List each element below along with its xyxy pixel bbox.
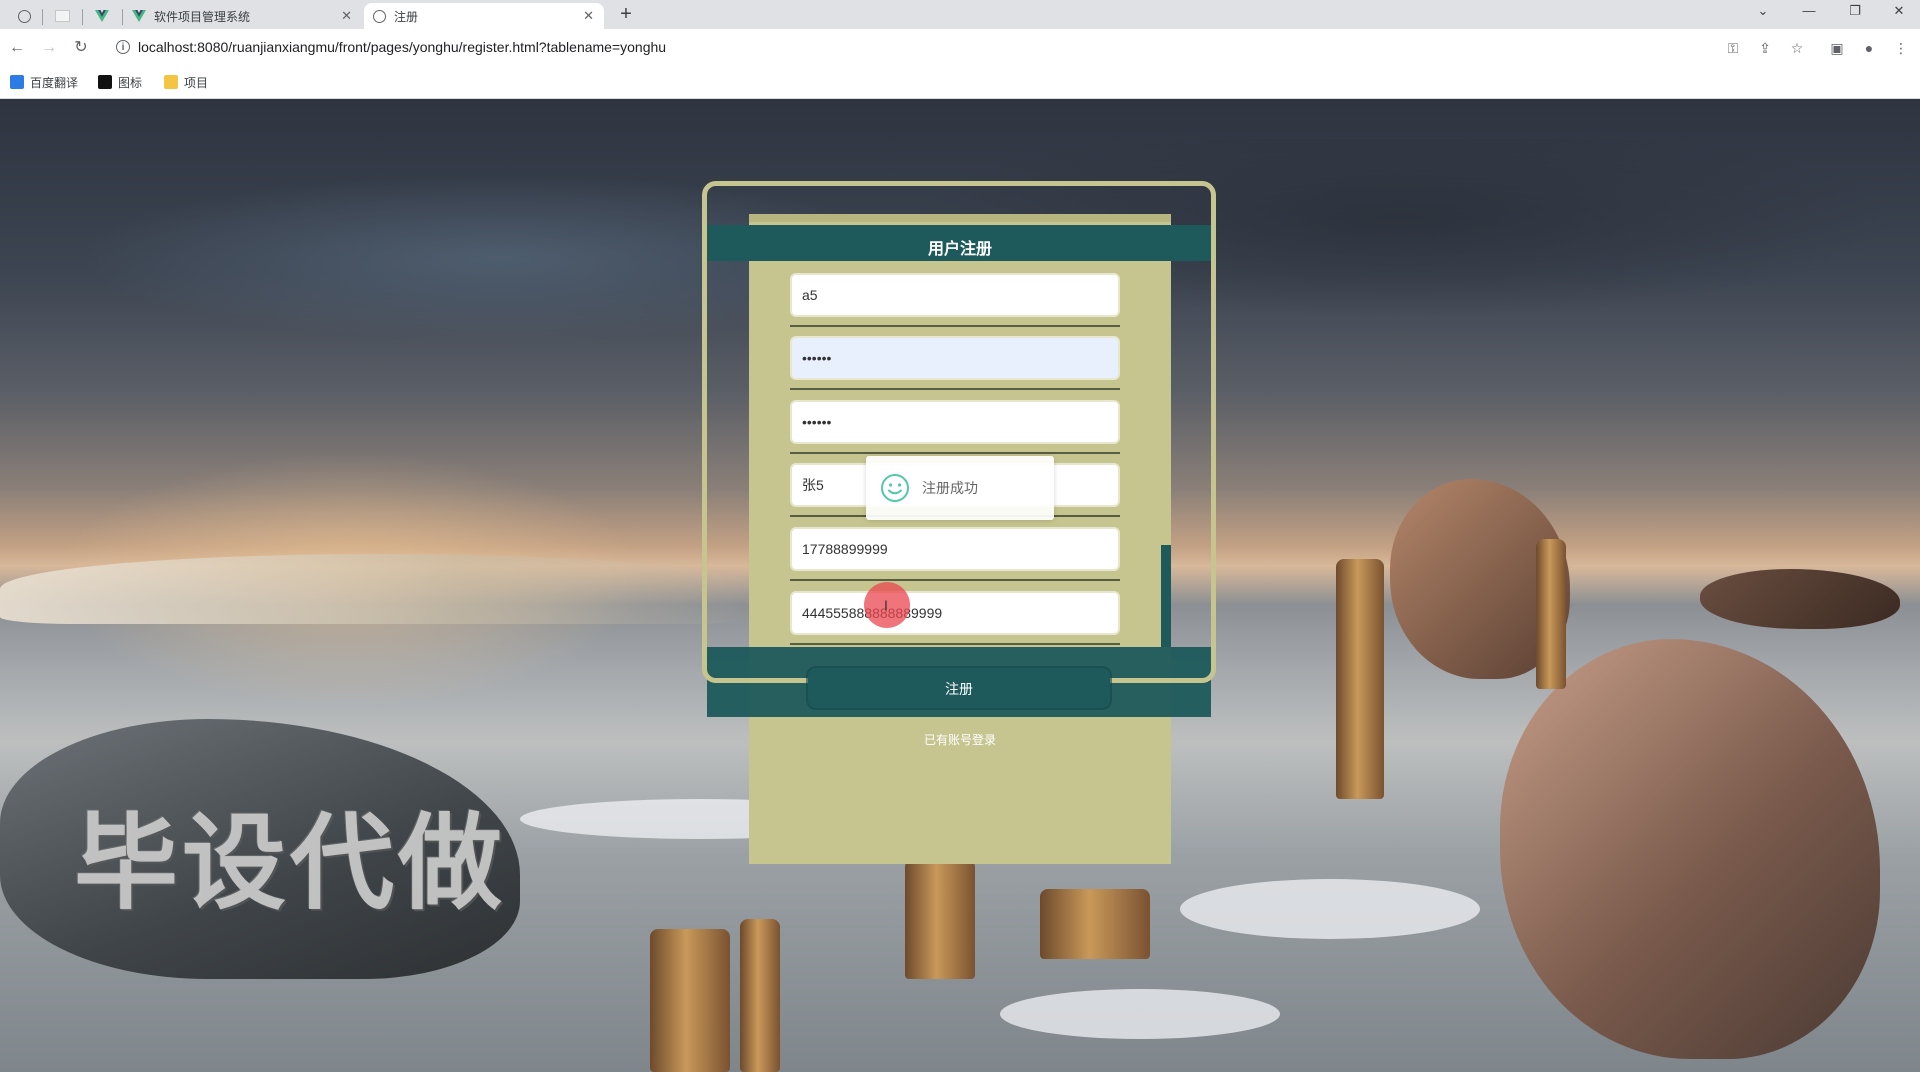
bookmark-label: 项目 <box>184 75 209 90</box>
bookmark-item[interactable]: 百度翻译 <box>10 74 78 90</box>
address-bar[interactable]: i localhost:8080/ruanjianxiangmu/front/p… <box>106 33 1796 61</box>
tab-search-chevron-icon[interactable]: ⌄ <box>1740 0 1786 29</box>
tab-title: 软件项目管理系统 <box>154 9 251 24</box>
browser-toolbar: ← → ↻ i localhost:8080/ruanjianxiangmu/f… <box>0 29 1920 66</box>
background-stump <box>1040 889 1150 959</box>
back-arrow-icon[interactable]: ← <box>6 37 28 59</box>
username-input[interactable] <box>790 273 1120 317</box>
field-divider <box>790 452 1120 454</box>
reload-icon[interactable]: ↻ <box>70 37 92 59</box>
background-stump <box>650 929 730 1072</box>
image-icon <box>98 75 112 89</box>
url-text: localhost:8080/ruanjianxiangmu/front/pag… <box>138 39 667 55</box>
bookmark-item[interactable]: 图标 <box>98 74 142 90</box>
background-stump <box>905 859 975 979</box>
field-divider <box>790 643 1120 645</box>
share-icon[interactable]: ⇪ <box>1756 39 1774 57</box>
background-rock <box>1700 569 1900 629</box>
confirm-password-input[interactable] <box>790 400 1120 444</box>
background-stump <box>1536 539 1566 689</box>
bookmark-item[interactable]: 项目 <box>164 74 208 90</box>
blank-page-icon <box>54 10 70 22</box>
new-tab-button[interactable]: + <box>614 3 638 27</box>
tab-close-icon[interactable]: ✕ <box>583 8 594 24</box>
text-cursor-icon: I <box>884 597 888 613</box>
register-button[interactable]: 注册 <box>808 668 1110 708</box>
minimize-button[interactable]: — <box>1786 0 1832 29</box>
globe-icon <box>372 9 386 23</box>
bookmark-label: 百度翻译 <box>30 75 79 90</box>
field-divider <box>790 579 1120 581</box>
watermark-text: 毕设代做 <box>74 802 507 924</box>
smile-icon <box>881 474 909 502</box>
globe-icon <box>17 9 31 23</box>
folder-icon <box>164 75 178 89</box>
browser-tab-strip: 软件项目管理系统 ✕ 注册 ✕ + ⌄ — ❐ ✕ <box>0 0 1920 29</box>
vue-icon <box>132 10 146 22</box>
tab-title: 注册 <box>394 9 419 24</box>
close-window-button[interactable]: ✕ <box>1876 0 1920 29</box>
tab-software-project[interactable]: 软件项目管理系统 ✕ <box>124 3 362 29</box>
restore-button[interactable]: ❐ <box>1832 0 1878 29</box>
bookmark-label: 图标 <box>118 75 143 90</box>
form-title: 用户注册 <box>927 241 992 258</box>
password-input[interactable] <box>790 336 1120 380</box>
profile-avatar-icon[interactable]: ● <box>1860 39 1878 57</box>
background-stump <box>740 919 780 1072</box>
background-wave <box>0 554 760 624</box>
key-icon[interactable]: ⚿ <box>1724 39 1742 57</box>
tab-register[interactable]: 注册 ✕ <box>364 3 604 29</box>
pinned-tab-blank[interactable] <box>44 3 80 29</box>
tab-close-icon[interactable]: ✕ <box>341 8 352 24</box>
site-info-icon[interactable]: i <box>116 40 130 54</box>
background-stump <box>1336 559 1384 799</box>
field-divider <box>790 325 1120 327</box>
bookmarks-bar: 百度翻译 图标 项目 <box>0 66 1920 99</box>
menu-kebab-icon[interactable]: ⋮ <box>1892 39 1910 57</box>
translate-icon <box>10 75 24 89</box>
login-link[interactable]: 已有账号登录 <box>749 731 1171 748</box>
pinned-tab-vue[interactable] <box>84 3 120 29</box>
field-divider <box>790 388 1120 390</box>
phone-input[interactable] <box>790 527 1120 571</box>
success-toast: 注册成功 <box>866 456 1054 520</box>
id-number-input[interactable] <box>790 591 1120 635</box>
forward-arrow-icon[interactable]: → <box>38 37 60 59</box>
vue-icon <box>95 10 109 22</box>
star-icon[interactable]: ☆ <box>1788 39 1806 57</box>
pinned-tab-globe[interactable] <box>6 3 42 29</box>
toast-message: 注册成功 <box>922 480 978 496</box>
background-rock <box>1500 639 1880 1059</box>
side-panel-icon[interactable]: ▣ <box>1828 39 1846 57</box>
